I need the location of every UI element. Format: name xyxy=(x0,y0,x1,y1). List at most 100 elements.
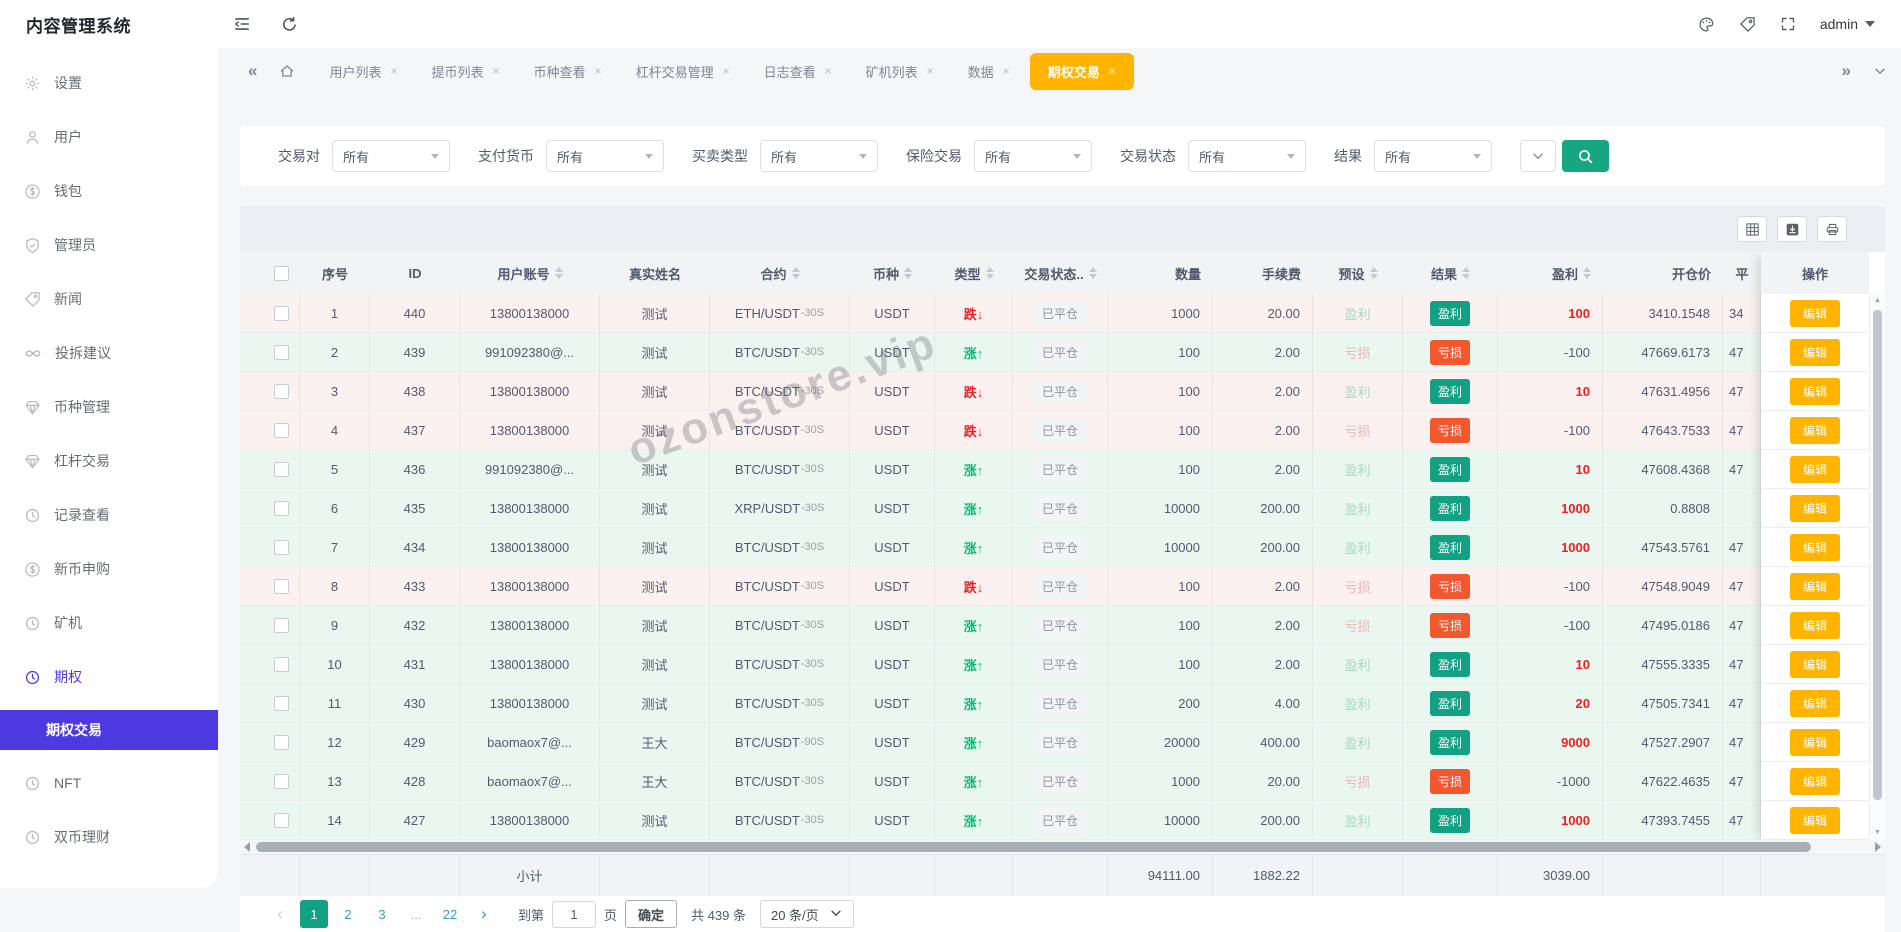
goto-page-input[interactable] xyxy=(552,900,597,928)
sidebar-item[interactable]: 投拆建议 xyxy=(0,326,218,380)
row-checkbox[interactable] xyxy=(274,695,289,711)
scroll-right-icon[interactable] xyxy=(1875,842,1881,852)
row-checkbox[interactable] xyxy=(274,656,289,672)
menu-fold-icon[interactable] xyxy=(233,15,251,33)
tab-item[interactable]: 用户列表 × xyxy=(315,54,411,89)
tag-icon[interactable] xyxy=(1739,16,1756,33)
row-checkbox[interactable] xyxy=(274,344,289,360)
horizontal-scrollbar[interactable] xyxy=(240,840,1885,854)
tab-close-icon[interactable]: × xyxy=(927,64,934,78)
sort-icon[interactable] xyxy=(985,267,994,279)
filter-select[interactable]: 所有 xyxy=(546,140,664,172)
filter-select[interactable]: 所有 xyxy=(332,140,450,172)
row-checkbox[interactable] xyxy=(274,422,289,438)
edit-button[interactable]: 编辑 xyxy=(1789,533,1840,561)
next-page-button[interactable]: › xyxy=(470,900,498,928)
sort-icon[interactable] xyxy=(1462,267,1470,279)
sidebar-item[interactable]: 矿机 xyxy=(0,596,218,650)
tab-close-icon[interactable]: × xyxy=(1109,64,1116,78)
edit-button[interactable]: 编辑 xyxy=(1789,728,1840,756)
print-button[interactable] xyxy=(1817,216,1847,242)
sort-icon[interactable] xyxy=(791,267,800,279)
sort-icon[interactable] xyxy=(1088,267,1097,279)
row-checkbox[interactable] xyxy=(274,734,289,750)
select-all-checkbox[interactable] xyxy=(274,265,289,281)
column-header-type[interactable]: 类型 xyxy=(935,252,1013,294)
sidebar-item[interactable]: 双币理财 xyxy=(0,810,218,864)
tab-item[interactable]: 期权交易 × xyxy=(1029,52,1134,90)
expand-tabs-icon[interactable]: » xyxy=(1842,61,1851,81)
refresh-icon[interactable] xyxy=(281,16,298,33)
scroll-up-icon[interactable]: ▲ xyxy=(1874,294,1881,308)
edit-button[interactable]: 编辑 xyxy=(1789,806,1840,834)
row-checkbox[interactable] xyxy=(274,578,289,594)
sidebar-item[interactable]: 钱包 xyxy=(0,164,218,218)
column-header-coin[interactable]: 币种 xyxy=(850,252,935,294)
page-button[interactable]: 22 xyxy=(436,900,464,928)
tab-item[interactable]: 日志查看 × xyxy=(750,54,846,89)
prev-page-button[interactable]: ‹ xyxy=(266,900,294,928)
filter-select[interactable]: 所有 xyxy=(974,140,1092,172)
user-menu[interactable]: admin xyxy=(1820,16,1875,32)
filter-select[interactable]: 所有 xyxy=(1188,140,1306,172)
row-checkbox[interactable] xyxy=(274,305,289,321)
edit-button[interactable]: 编辑 xyxy=(1789,338,1840,366)
edit-button[interactable]: 编辑 xyxy=(1789,767,1840,795)
sidebar-item[interactable]: 设置 xyxy=(0,56,218,110)
row-checkbox[interactable] xyxy=(274,812,289,828)
page-size-select[interactable]: 20 条/页 xyxy=(759,900,854,928)
search-button[interactable] xyxy=(1562,140,1609,172)
tab-close-icon[interactable]: × xyxy=(723,64,730,78)
sidebar-subitem[interactable]: 期权交易 xyxy=(0,710,218,750)
sidebar-item[interactable]: 杠杆交易 xyxy=(0,434,218,488)
sidebar-item[interactable]: 管理员 xyxy=(0,218,218,272)
edit-button[interactable]: 编辑 xyxy=(1789,416,1840,444)
scroll-left-icon[interactable] xyxy=(244,842,250,852)
sidebar-item[interactable]: 用户 xyxy=(0,110,218,164)
row-checkbox[interactable] xyxy=(274,773,289,789)
row-checkbox[interactable] xyxy=(274,500,289,516)
edit-button[interactable]: 编辑 xyxy=(1789,377,1840,405)
vertical-scroll-thumb[interactable] xyxy=(1873,310,1882,800)
page-button[interactable]: 3 xyxy=(368,900,396,928)
home-icon[interactable] xyxy=(279,63,295,79)
sidebar-item[interactable]: NFT xyxy=(0,756,218,810)
tab-close-icon[interactable]: × xyxy=(825,64,832,78)
tab-item[interactable]: 杠杆交易管理 × xyxy=(622,54,744,89)
sidebar-item[interactable]: 币种管理 xyxy=(0,380,218,434)
scroll-down-icon[interactable]: ▼ xyxy=(1874,826,1881,840)
tab-item[interactable]: 数据 × xyxy=(954,54,1024,89)
collapse-tabs-icon[interactable]: « xyxy=(248,61,257,81)
column-settings-button[interactable] xyxy=(1737,216,1767,242)
confirm-button[interactable]: 确定 xyxy=(625,900,678,928)
tab-item[interactable]: 币种查看 × xyxy=(520,54,616,89)
edit-button[interactable]: 编辑 xyxy=(1789,299,1840,327)
edit-button[interactable]: 编辑 xyxy=(1789,650,1840,678)
edit-button[interactable]: 编辑 xyxy=(1789,689,1840,717)
filter-select[interactable]: 所有 xyxy=(760,140,878,172)
sort-icon[interactable] xyxy=(1369,267,1378,279)
column-header-preset[interactable]: 预设 xyxy=(1313,252,1403,294)
column-header-contract[interactable]: 合约 xyxy=(710,252,850,294)
sidebar-item[interactable]: 记录查看 xyxy=(0,488,218,542)
sort-icon[interactable] xyxy=(1583,267,1591,279)
sidebar-item[interactable]: 新币申购 xyxy=(0,542,218,596)
edit-button[interactable]: 编辑 xyxy=(1789,611,1840,639)
fullscreen-icon[interactable] xyxy=(1780,16,1796,32)
filter-select[interactable]: 所有 xyxy=(1374,140,1492,172)
export-button[interactable] xyxy=(1777,216,1807,242)
horizontal-scroll-thumb[interactable] xyxy=(256,842,1811,852)
tab-close-icon[interactable]: × xyxy=(595,64,602,78)
sidebar-item[interactable]: 期权 xyxy=(0,650,218,704)
edit-button[interactable]: 编辑 xyxy=(1789,455,1840,483)
row-checkbox[interactable] xyxy=(274,539,289,555)
vertical-scrollbar[interactable]: ▲ ▼ xyxy=(1869,294,1885,840)
edit-button[interactable]: 编辑 xyxy=(1789,572,1840,600)
tabs-menu-icon[interactable] xyxy=(1873,64,1887,78)
row-checkbox[interactable] xyxy=(274,617,289,633)
sidebar-item[interactable]: 新闻 xyxy=(0,272,218,326)
tab-item[interactable]: 提币列表 × xyxy=(418,54,514,89)
page-button[interactable]: 1 xyxy=(300,900,328,928)
row-checkbox[interactable] xyxy=(274,383,289,399)
page-button[interactable]: 2 xyxy=(334,900,362,928)
